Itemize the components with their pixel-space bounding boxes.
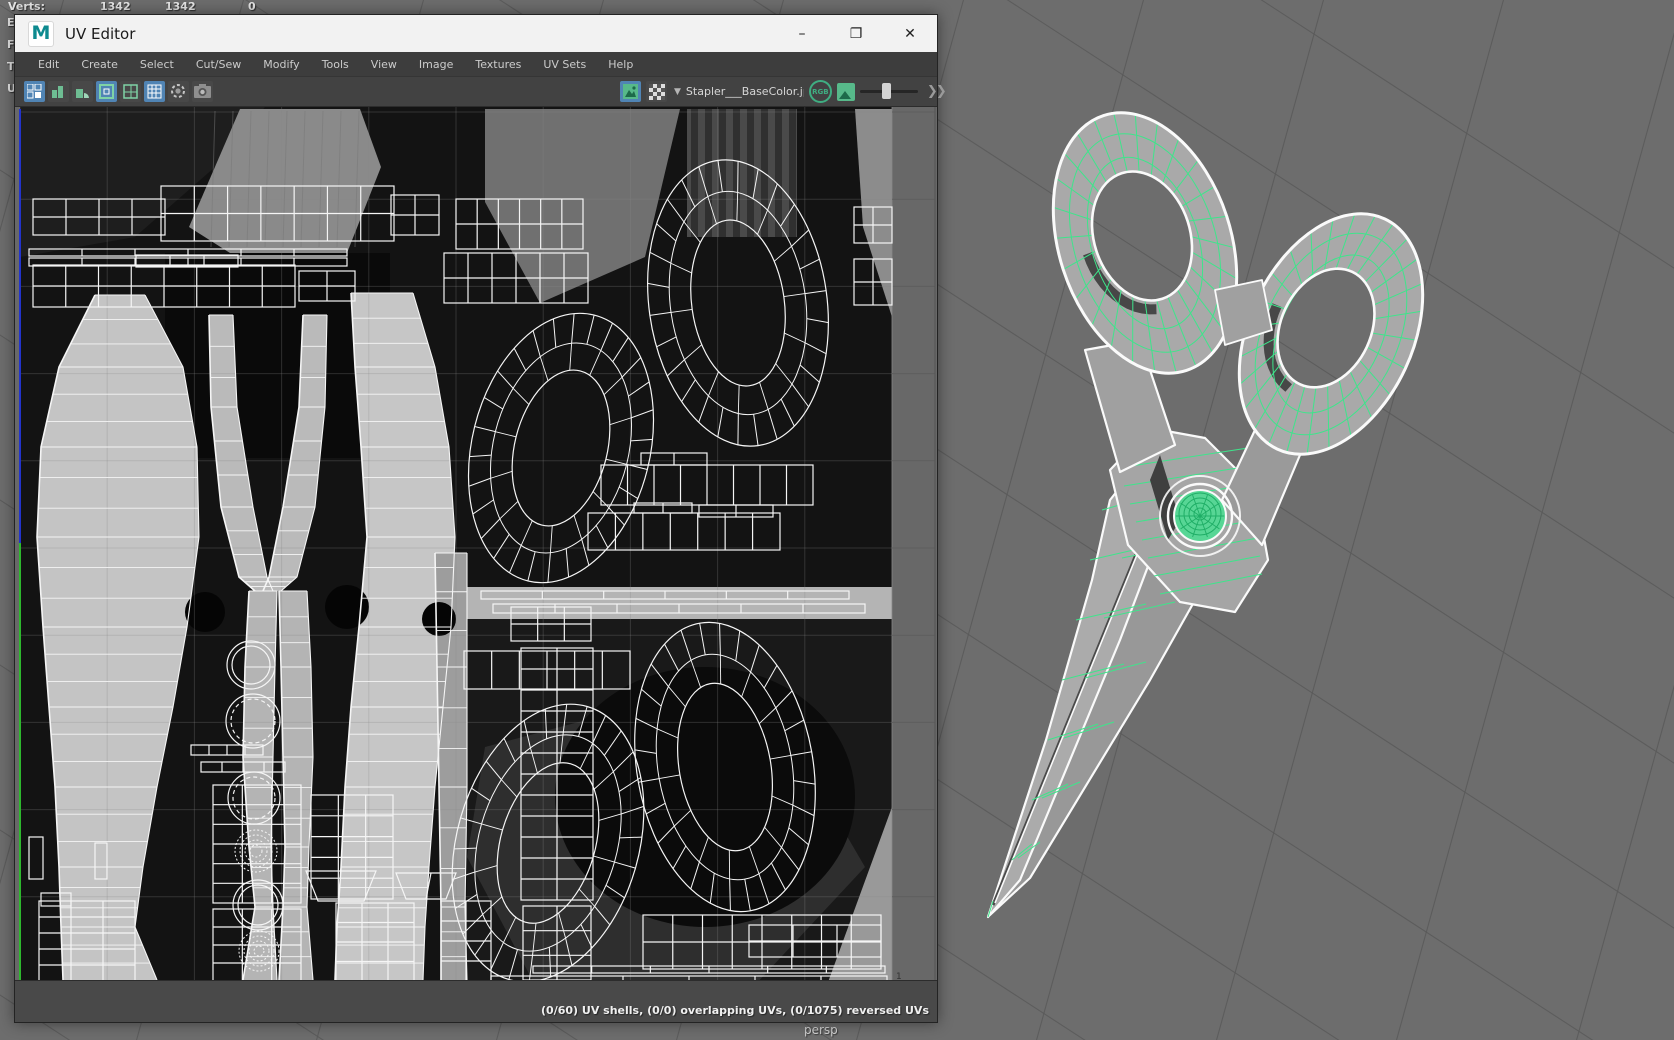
menu-cutsew[interactable]: Cut/Sew <box>185 52 252 76</box>
close-button[interactable]: ✕ <box>883 15 937 52</box>
chevron-down-icon[interactable]: ▼ <box>674 87 681 97</box>
texture-name-label[interactable]: Stapler___BaseColor.jp <box>686 85 804 98</box>
menu-bar: Edit Create Select Cut/Sew Modify Tools View Im… <box>15 52 937 77</box>
minimize-button[interactable]: – <box>775 15 829 52</box>
checker-map-icon[interactable] <box>144 81 165 102</box>
uv-snapshot-icon[interactable] <box>192 81 213 102</box>
texture-borders-icon[interactable] <box>96 81 117 102</box>
exposure-slider[interactable] <box>859 83 918 99</box>
toolbar: ▼ Stapler___BaseColor.jp RGB ❯❯ <box>15 77 947 107</box>
uv-statistics: (0/60) UV shells, (0/0) overlapping UVs,… <box>541 1004 929 1017</box>
shaded-shells-icon[interactable] <box>48 81 69 102</box>
menu-image[interactable]: Image <box>408 52 464 76</box>
menu-textures[interactable]: Textures <box>464 52 532 76</box>
camera-label: persp <box>804 1023 838 1037</box>
maximize-button[interactable]: ❐ <box>829 15 883 52</box>
status-bar: (0/60) UV shells, (0/0) overlapping UVs,… <box>15 980 937 1022</box>
uv-editor-window: M UV Editor – ❐ ✕ Edit Create Select Cut/Se… <box>14 14 947 1023</box>
uv-distortion-icon[interactable] <box>24 81 45 102</box>
display-toggle-group <box>24 81 213 102</box>
menu-modify[interactable]: Modify <box>252 52 310 76</box>
window-title: UV Editor <box>65 24 136 43</box>
maya-logo-icon: M <box>28 20 54 47</box>
border-edges-icon[interactable] <box>120 81 141 102</box>
uv-canvas-area[interactable]: 1 <box>15 107 937 980</box>
menu-edit[interactable]: Edit <box>27 52 70 76</box>
image-display-icon[interactable] <box>620 81 641 102</box>
menu-view[interactable]: View <box>360 52 408 76</box>
titlebar[interactable]: M UV Editor – ❐ ✕ <box>15 15 937 52</box>
menu-help[interactable]: Help <box>597 52 644 76</box>
maya-application: Verts: 1342 1342 0 E F T: U persp M UV Edit… <box>0 0 1674 1040</box>
dim-image-icon[interactable] <box>168 81 189 102</box>
shell-pieces-icon[interactable] <box>72 81 93 102</box>
slider-handle[interactable] <box>881 83 891 99</box>
image-icon[interactable] <box>836 82 855 101</box>
menu-select[interactable]: Select <box>129 52 185 76</box>
menu-uvsets[interactable]: UV Sets <box>532 52 597 76</box>
uv-canvas[interactable]: 1 <box>15 107 937 980</box>
menu-tools[interactable]: Tools <box>311 52 360 76</box>
rgb-channels-icon[interactable]: RGB <box>808 80 832 103</box>
expand-toolbar-icon[interactable]: ❯❯ <box>927 84 947 99</box>
u-axis-tick-label: 1 <box>896 972 902 980</box>
menu-create[interactable]: Create <box>70 52 129 76</box>
checker-pattern-icon[interactable] <box>646 81 667 102</box>
